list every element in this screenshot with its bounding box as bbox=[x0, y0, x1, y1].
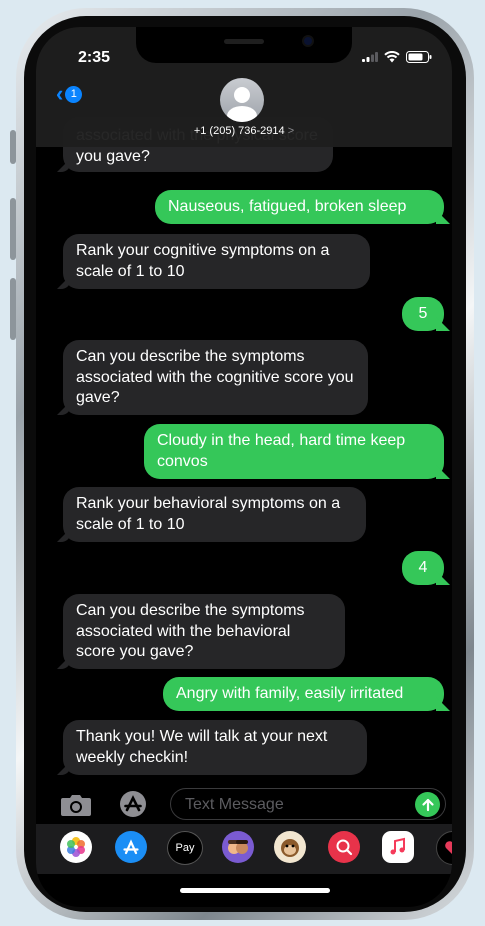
bubble-tail bbox=[57, 528, 71, 542]
bubble-tail bbox=[436, 210, 450, 224]
bubble-tail bbox=[436, 697, 450, 711]
status-icons bbox=[362, 51, 432, 63]
sent-message[interactable]: 4 bbox=[402, 551, 450, 585]
sent-message[interactable]: Nauseous, fatigued, broken sleep bbox=[155, 190, 450, 224]
person-icon bbox=[227, 87, 257, 122]
photos-app-icon[interactable] bbox=[60, 831, 92, 863]
sent-message[interactable]: Cloudy in the head, hard time keep convo… bbox=[144, 424, 450, 479]
received-message[interactable]: Thank you! We will talk at your next wee… bbox=[57, 720, 367, 775]
speaker-grille bbox=[224, 39, 264, 44]
volume-up-button bbox=[10, 198, 16, 260]
digital-touch-app-icon[interactable] bbox=[436, 831, 452, 865]
screen: associated with the physical score you g… bbox=[36, 27, 452, 907]
sent-message[interactable]: 5 bbox=[402, 297, 450, 331]
chevron-right-icon: > bbox=[287, 125, 295, 137]
battery-icon bbox=[406, 51, 432, 63]
image-search-app-icon[interactable] bbox=[328, 831, 360, 863]
contact-avatar[interactable] bbox=[220, 78, 264, 122]
camera-icon[interactable] bbox=[60, 793, 92, 817]
cellular-signal-icon bbox=[362, 52, 378, 62]
bubble-tail bbox=[57, 761, 71, 775]
bubble-tail bbox=[57, 158, 71, 172]
contact-name[interactable]: +1 (205) 736-2914 > bbox=[36, 125, 452, 137]
animoji-app-icon[interactable] bbox=[274, 831, 306, 863]
message-thread[interactable]: associated with the physical score you g… bbox=[36, 117, 452, 787]
send-button[interactable] bbox=[415, 792, 440, 817]
received-message[interactable]: Rank your cognitive symptoms on a scale … bbox=[57, 234, 370, 289]
received-message[interactable]: Can you describe the symptoms associated… bbox=[57, 594, 345, 669]
compose-bar: Text Message bbox=[36, 784, 452, 824]
arrow-up-icon bbox=[421, 798, 434, 811]
bubble-tail bbox=[436, 465, 450, 479]
chevron-left-icon: ‹ bbox=[56, 81, 64, 106]
bubble-tail bbox=[57, 401, 71, 415]
front-camera bbox=[304, 37, 312, 45]
apple-pay-app-icon[interactable]: Pay bbox=[167, 831, 203, 865]
home-indicator[interactable] bbox=[180, 888, 330, 893]
silent-switch bbox=[10, 130, 16, 164]
bubble-tail bbox=[57, 275, 71, 289]
sent-message[interactable]: Angry with family, easily irritated bbox=[163, 677, 450, 711]
message-input[interactable]: Text Message bbox=[170, 788, 446, 820]
bubble-tail bbox=[436, 571, 450, 585]
status-time: 2:35 bbox=[78, 49, 111, 66]
bubble-tail bbox=[436, 317, 450, 331]
bubble-tail bbox=[57, 655, 71, 669]
app-store-app-icon[interactable] bbox=[115, 831, 147, 863]
app-store-icon[interactable] bbox=[116, 790, 150, 818]
received-message[interactable]: Can you describe the symptoms associated… bbox=[57, 340, 368, 415]
app-drawer: Pay bbox=[36, 824, 452, 874]
unread-count-badge: 1 bbox=[65, 85, 83, 103]
notch bbox=[136, 27, 352, 63]
received-message[interactable]: Rank your behavioral symptoms on a scale… bbox=[57, 487, 366, 542]
volume-down-button bbox=[10, 278, 16, 340]
music-app-icon[interactable] bbox=[382, 831, 414, 863]
wifi-icon bbox=[384, 51, 400, 63]
back-button[interactable]: ‹ 1 bbox=[56, 81, 83, 106]
memoji-app-icon[interactable] bbox=[222, 831, 254, 863]
